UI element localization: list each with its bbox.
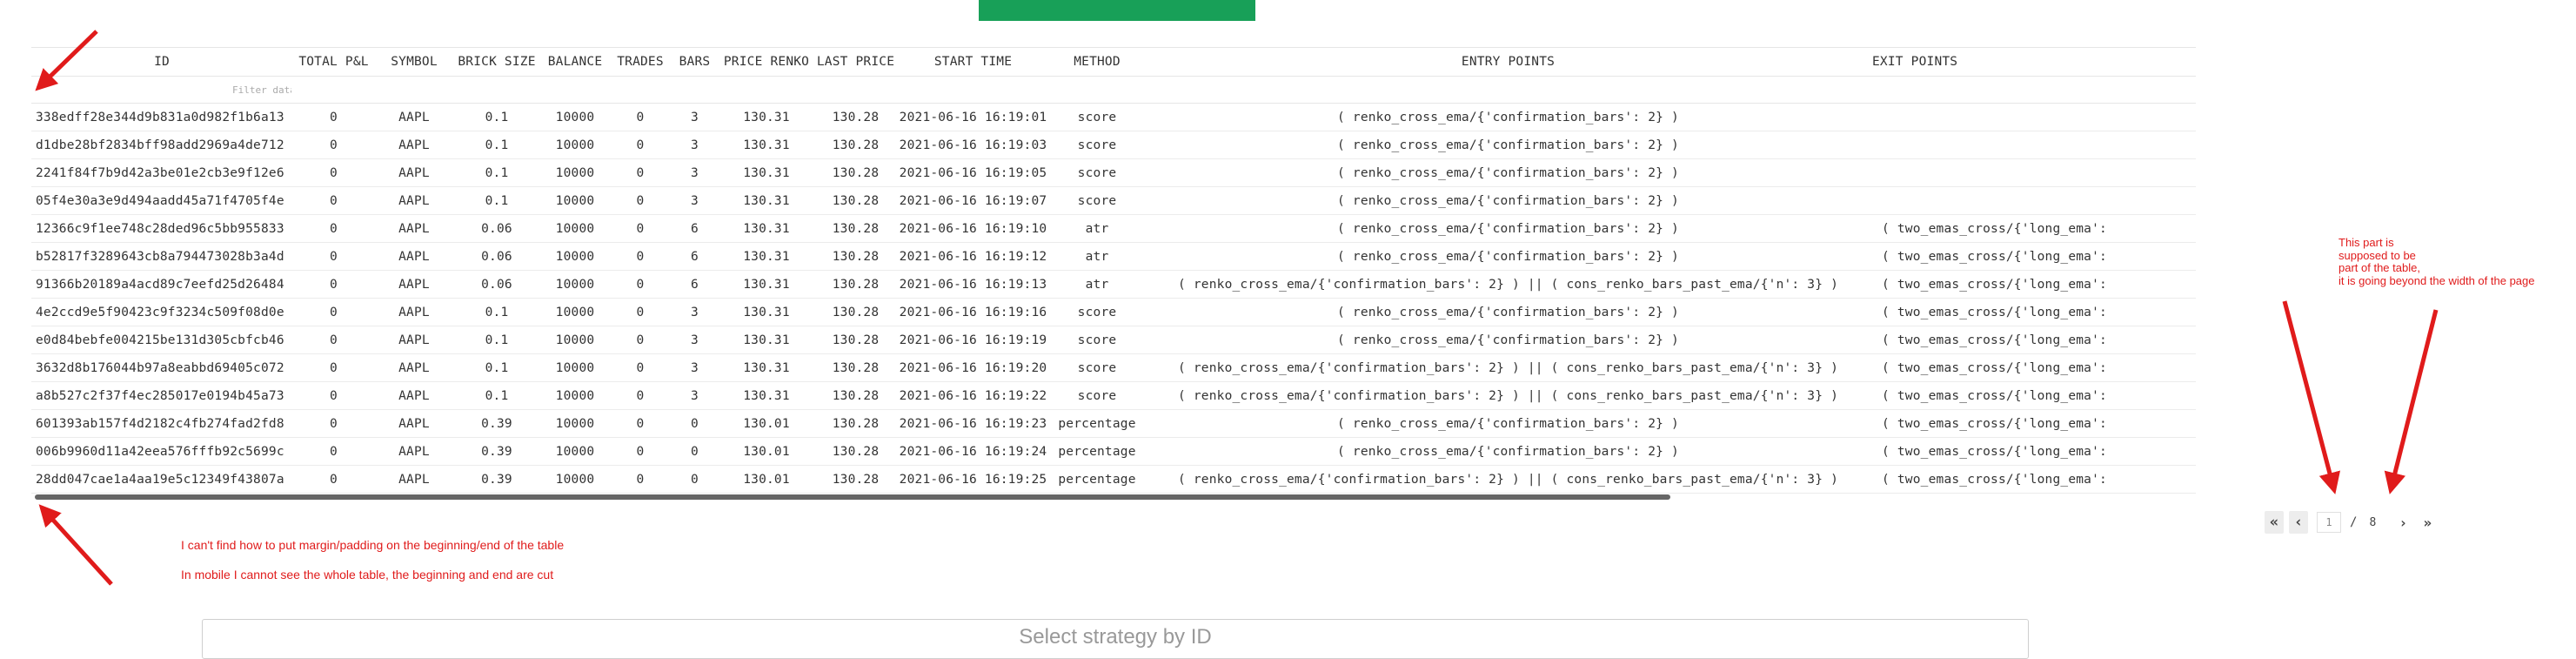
last-page-button[interactable]: » — [2418, 511, 2438, 534]
page-number-input[interactable] — [2317, 512, 2341, 533]
pagination-note-line-2: supposed to be — [2338, 248, 2416, 262]
pagination-note-line-1: This part is — [2338, 236, 2394, 249]
arrow-to-total-pages — [2384, 309, 2439, 494]
prev-page-button[interactable]: ‹ — [2289, 511, 2308, 534]
arrow-to-current-page — [2282, 300, 2341, 494]
mobile-note: In mobile I cannot see the whole table, … — [181, 568, 554, 582]
double-chevron-left-icon: « — [2269, 514, 2279, 531]
double-chevron-right-icon: » — [2423, 514, 2432, 531]
page-separator: / — [2350, 515, 2358, 529]
strategy-select[interactable]: Select strategy by ID — [202, 619, 2029, 659]
pagination-note: This part is supposed to be part of the … — [2338, 236, 2573, 287]
strategy-select-placeholder: Select strategy by ID — [1019, 625, 1212, 649]
margin-padding-note: I can't find how to put margin/padding o… — [181, 538, 565, 552]
pagination: « ‹ / 8 › » — [2265, 510, 2442, 535]
total-pages: 8 — [2369, 515, 2377, 529]
chevron-right-icon: › — [2399, 514, 2408, 531]
chevron-left-icon: ‹ — [2293, 514, 2304, 531]
pagination-note-line-3: part of the table, — [2338, 261, 2420, 274]
next-page-button[interactable]: › — [2393, 511, 2413, 534]
pagination-note-line-4: it is going beyond the width of the page — [2338, 273, 2535, 287]
arrow-to-table-start — [35, 30, 98, 91]
first-page-button[interactable]: « — [2265, 511, 2284, 534]
arrow-to-scrollbar-start — [38, 504, 113, 586]
annotation-arrows — [35, 30, 2439, 586]
